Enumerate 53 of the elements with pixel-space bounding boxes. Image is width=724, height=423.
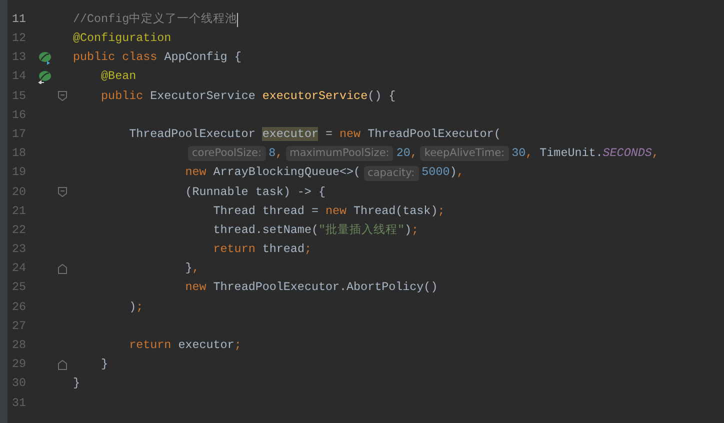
code-text: } — [73, 375, 80, 392]
line-number: 15 — [11, 88, 28, 105]
parameter-hint: capacity: — [364, 166, 419, 181]
line-number: 13 — [11, 49, 28, 66]
line-number: 25 — [11, 279, 28, 296]
code-text: //Config中定义了一个线程池 — [73, 10, 238, 28]
line-number: 22 — [11, 222, 28, 239]
line-number: 24 — [11, 260, 28, 278]
code-text: new ThreadPoolExecutor.AbortPolicy() — [185, 279, 438, 296]
code-text: (Runnable task) -> { — [185, 184, 326, 200]
fold-icon[interactable] — [58, 187, 67, 198]
code-text: } — [101, 356, 108, 374]
line-number: 16 — [11, 106, 28, 124]
line-number: 26 — [11, 298, 28, 316]
code-text: ThreadPoolExecutor executor = new ThreadPoolExecutor( — [129, 126, 501, 143]
parameter-hint: maximumPoolSize: — [286, 146, 394, 162]
line-number: 12 — [11, 30, 28, 47]
line-number: 17 — [11, 126, 28, 143]
line-number: 11 — [11, 10, 28, 28]
code-text: ); — [129, 298, 144, 316]
bean-icon[interactable] — [38, 70, 52, 84]
code-text: public class AppConfig { — [73, 49, 242, 66]
fold-icon[interactable] — [58, 91, 67, 102]
code-text: @Bean — [101, 68, 136, 86]
code-text: 30, TimeUnit.SECONDS, — [512, 145, 659, 162]
parameter-hint: keepAliveTime: — [420, 146, 509, 162]
bean-icon[interactable] — [38, 50, 52, 65]
code-text: 20, — [396, 145, 418, 162]
code-text: return thread; — [213, 241, 312, 258]
code-text: }, — [185, 260, 200, 278]
code-text: thread.setName("批量插入线程"); — [213, 222, 419, 239]
line-number: 29 — [11, 356, 28, 374]
fold-icon[interactable] — [58, 360, 67, 370]
line-number: 21 — [11, 202, 28, 220]
code-text: public ExecutorService executorService() { — [101, 88, 396, 105]
code-text: return executor; — [129, 337, 242, 354]
line-number: 27 — [11, 318, 28, 335]
code-text: 8, — [268, 145, 283, 162]
parameter-hint: corePoolSize: — [188, 146, 266, 162]
line-number: 23 — [11, 241, 28, 258]
code-text: @Configuration — [73, 30, 172, 47]
line-number: 20 — [11, 184, 28, 200]
line-number: 19 — [11, 164, 28, 182]
line-number: 30 — [11, 375, 28, 392]
line-number: 28 — [11, 337, 28, 354]
code-text: Thread thread = new Thread(task); — [213, 202, 445, 220]
line-number: 18 — [11, 145, 28, 162]
line-number: 14 — [11, 68, 28, 86]
code-text: new ArrayBlockingQueue<>( — [185, 164, 361, 182]
line-number: 31 — [11, 394, 28, 412]
fold-icon[interactable] — [58, 264, 67, 274]
text-cursor — [237, 12, 238, 27]
code-text: 5000), — [422, 164, 464, 182]
